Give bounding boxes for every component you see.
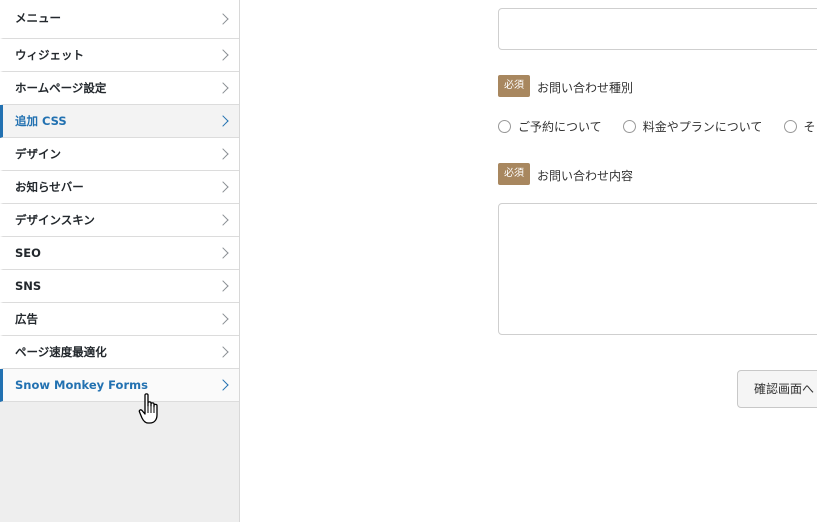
sidebar-item-design-skin[interactable]: デザインスキン [0,204,239,237]
chevron-right-icon [217,13,229,25]
customizer-menu: メニュー ウィジェット ホームページ設定 追加 CSS デザイン お知らせバー … [0,0,239,402]
inquiry-type-radio-group: ご予約について 料金やプランについて そ [498,118,817,134]
required-badge: 必須 [498,75,530,97]
sidebar-item-widgets[interactable]: ウィジェット [0,39,239,72]
chevron-right-icon [217,379,229,391]
sidebar-item-sns[interactable]: SNS [0,270,239,303]
chevron-right-icon [217,280,229,292]
sidebar-item-label: ホームページ設定 [15,81,107,95]
sidebar-item-label: メニュー [15,11,61,25]
chevron-right-icon [217,82,229,94]
hand-pointer-cursor-icon [138,393,158,424]
radio-option-pricing[interactable]: 料金やプランについて [622,118,763,135]
customizer-sidebar: メニュー ウィジェット ホームページ設定 追加 CSS デザイン お知らせバー … [0,0,240,522]
chevron-right-icon [217,115,229,127]
sidebar-item-seo[interactable]: SEO [0,237,239,270]
sidebar-item-label: デザイン [15,147,61,161]
confirm-button[interactable]: 確認画面へ [737,370,817,408]
sidebar-item-homepage-settings[interactable]: ホームページ設定 [0,72,239,105]
sidebar-item-label: 追加 CSS [15,114,67,128]
inquiry-content-textarea[interactable] [498,203,817,335]
chevron-right-icon [217,214,229,226]
sidebar-item-label: デザインスキン [15,213,95,227]
chevron-right-icon [217,181,229,193]
text-input-field[interactable] [498,8,817,50]
radio-option-label: 料金やプランについて [642,120,763,134]
inquiry-type-label: お問い合わせ種別 [537,81,634,95]
sidebar-item-label: SEO [15,246,41,260]
inquiry-content-label: お問い合わせ内容 [537,169,634,183]
sidebar-item-label: ウィジェット [15,48,84,62]
required-badge: 必須 [498,163,530,185]
chevron-right-icon [217,346,229,358]
sidebar-item-label: お知らせバー [15,180,84,194]
radio-option-label: そ [803,120,816,134]
radio-option-reservation[interactable]: ご予約について [498,118,602,135]
chevron-right-icon [217,49,229,61]
sidebar-item-label: 広告 [15,312,38,326]
chevron-right-icon [217,313,229,325]
sidebar-item-page-speed[interactable]: ページ速度最適化 [0,336,239,369]
chevron-right-icon [217,148,229,160]
sidebar-item-menu[interactable]: メニュー [0,0,239,39]
sidebar-item-additional-css[interactable]: 追加 CSS [0,105,239,138]
radio-option-label: ご予約について [518,120,602,134]
radio-option-other[interactable]: そ [783,118,816,135]
sidebar-item-label: SNS [15,279,42,293]
sidebar-item-design[interactable]: デザイン [0,138,239,171]
radio-button[interactable] [783,120,797,133]
sidebar-item-snow-monkey-forms[interactable]: Snow Monkey Forms [0,369,239,402]
site-preview: 必須 お問い合わせ種別 ご予約について 料金やプランについて そ 必須 お問い合… [240,0,817,522]
sidebar-item-notice-bar[interactable]: お知らせバー [0,171,239,204]
sidebar-item-label: Snow Monkey Forms [15,378,148,392]
radio-button[interactable] [622,120,636,133]
sidebar-item-label: ページ速度最適化 [15,345,107,359]
chevron-right-icon [217,247,229,259]
sidebar-item-ads[interactable]: 広告 [0,303,239,336]
radio-button[interactable] [498,120,511,133]
